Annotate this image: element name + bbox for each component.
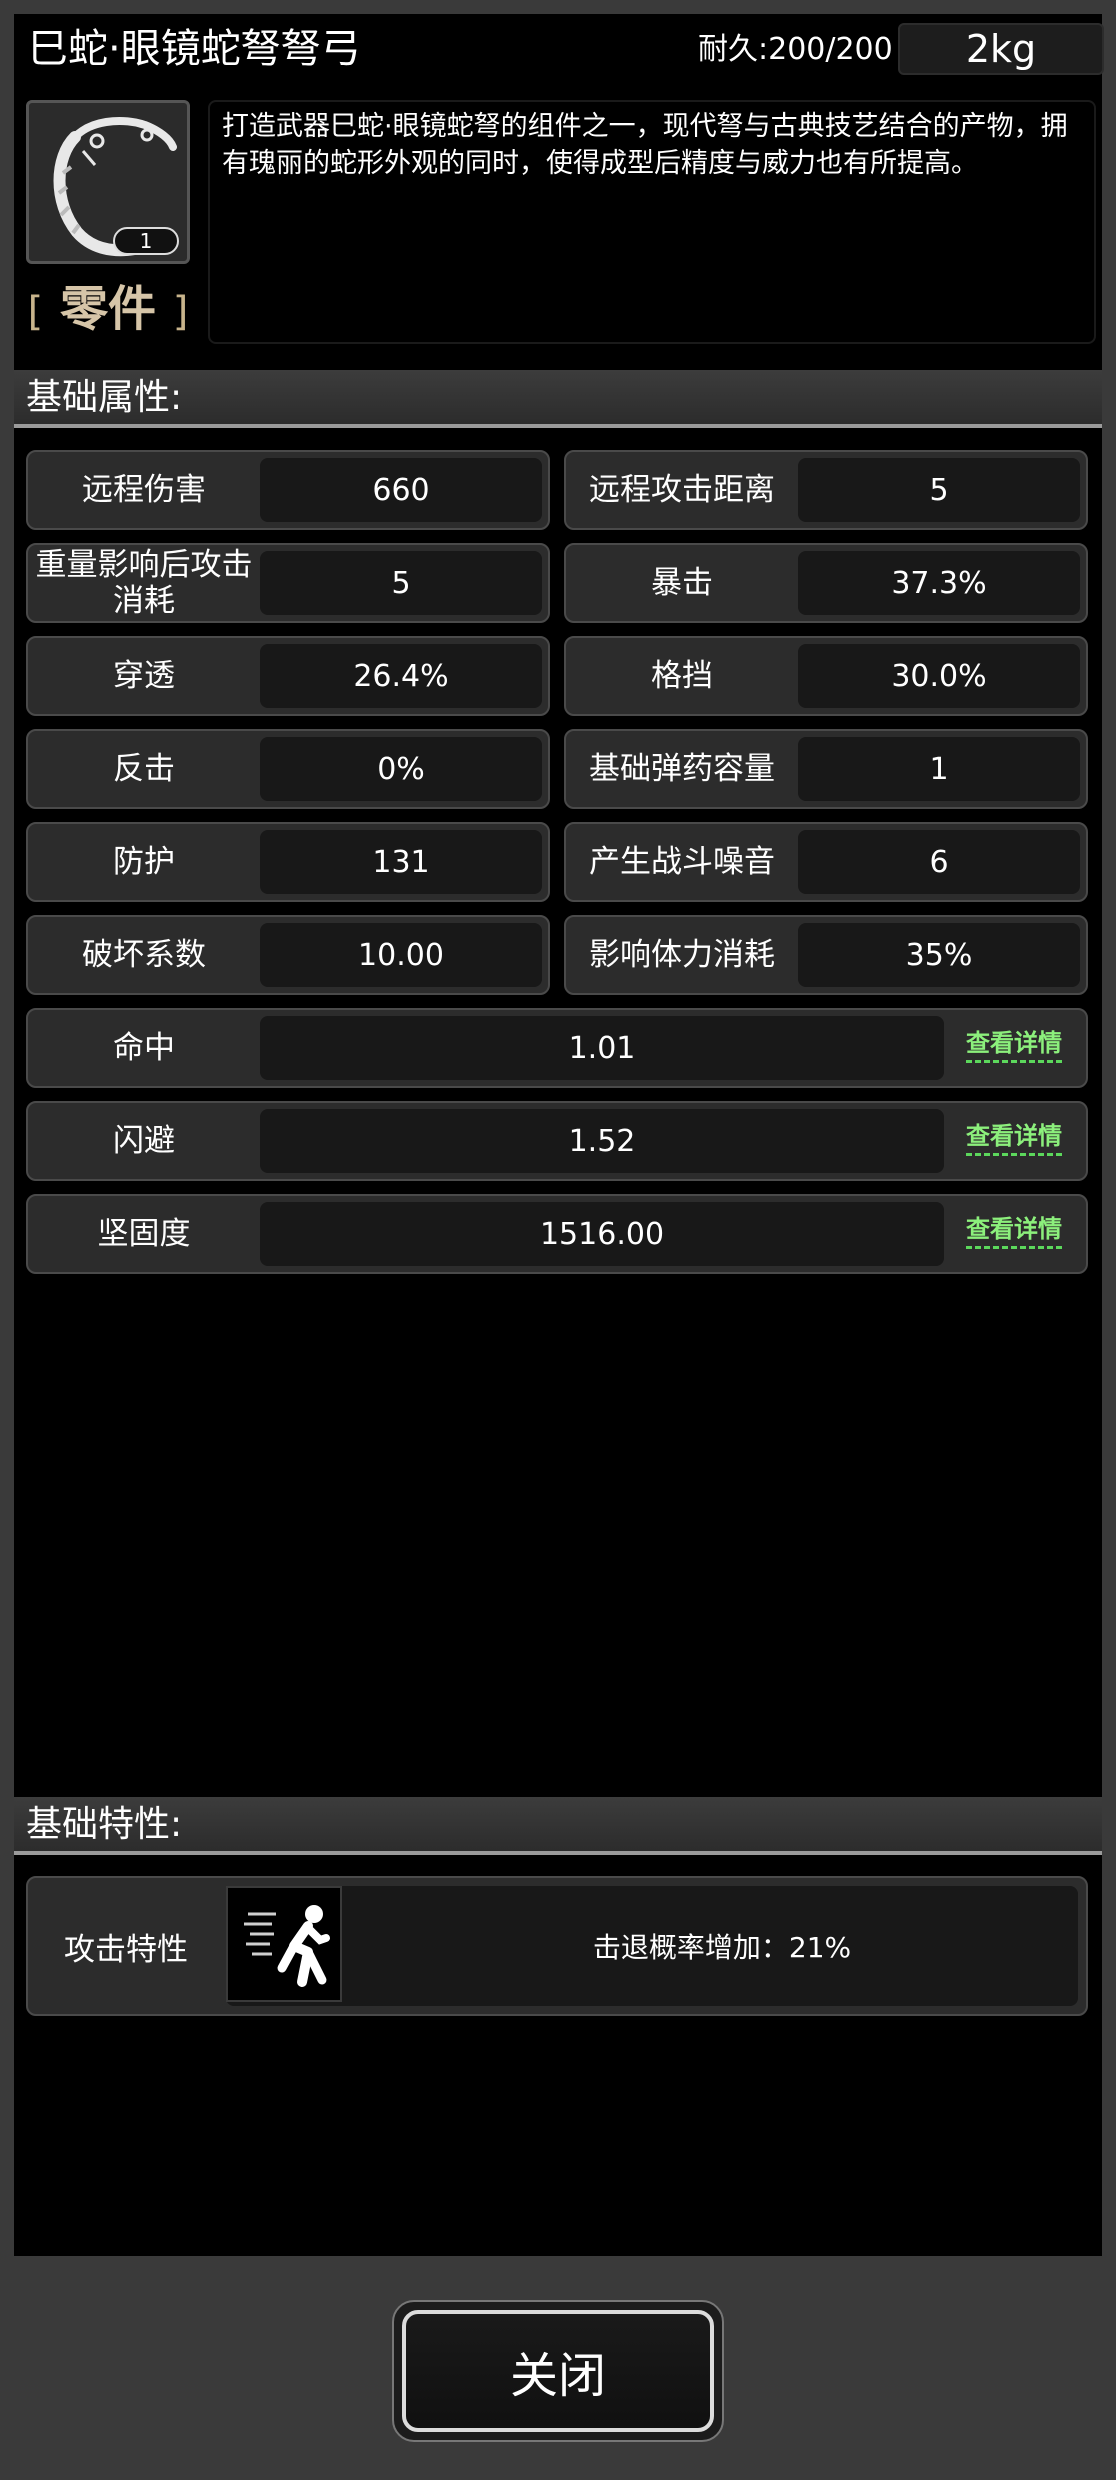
stat-label: 暴击 [651, 565, 713, 601]
stat-ranged-range: 远程攻击距离 5 [564, 450, 1088, 530]
stat-value: 37.3% [798, 551, 1080, 615]
stat-value: 5 [798, 458, 1080, 522]
stat-label: 基础弹药容量 [589, 751, 775, 787]
stat-protection: 防护 131 [26, 822, 550, 902]
stat-accuracy: 命中 1.01 查看详情 [26, 1008, 1088, 1088]
trait-value: 击退概率增加：21% [226, 1886, 1078, 2006]
stat-value: 10.00 [260, 923, 542, 987]
weight-badge: 2kg [898, 23, 1104, 75]
section-basic-attributes: 基础属性: [14, 370, 1102, 428]
stat-critical: 暴击 37.3% [564, 543, 1088, 623]
stat-stamina-cost: 影响体力消耗 35% [564, 915, 1088, 995]
item-title: 巳蛇·眼镜蛇弩弩弓 [28, 26, 361, 72]
section-title: 基础属性: [26, 377, 183, 418]
stat-combat-noise: 产生战斗噪音 6 [564, 822, 1088, 902]
stat-value: 35% [798, 923, 1080, 987]
stat-value: 1.01 [260, 1016, 944, 1080]
stat-label: 破坏系数 [82, 937, 206, 973]
stat-label: 产生战斗噪音 [589, 844, 775, 880]
stat-ammo-capacity: 基础弹药容量 1 [564, 729, 1088, 809]
stat-label: 格挡 [651, 658, 713, 694]
stat-weight-attack-cost: 重量影响后攻击消耗 5 [26, 543, 550, 623]
stat-value: 6 [798, 830, 1080, 894]
type-bracket-right: ] [172, 289, 189, 335]
stat-destruction-factor: 破坏系数 10.00 [26, 915, 550, 995]
stat-label: 远程攻击距离 [589, 472, 775, 508]
section-basic-traits: 基础特性: [14, 1797, 1102, 1855]
type-bracket-left: [ [27, 289, 44, 335]
trait-label: 攻击特性 [64, 1931, 188, 1968]
stat-label: 反击 [113, 751, 175, 787]
stat-counter: 反击 0% [26, 729, 550, 809]
stat-value: 26.4% [260, 644, 542, 708]
attack-trait-row: 攻击特性 击退概率增加：21% [26, 1876, 1088, 2016]
stat-value: 660 [260, 458, 542, 522]
view-details-link[interactable]: 查看详情 [966, 1121, 1062, 1156]
view-details-link[interactable]: 查看详情 [966, 1214, 1062, 1249]
stat-label: 穿透 [113, 658, 175, 694]
knockback-icon[interactable] [226, 1886, 342, 2002]
stat-label: 命中 [113, 1030, 175, 1066]
stat-label: 防护 [113, 844, 175, 880]
section-title: 基础特性: [26, 1804, 183, 1845]
stat-durability: 坚固度 1516.00 查看详情 [26, 1194, 1088, 1274]
stat-value: 1 [798, 737, 1080, 801]
knockback-icon-graphic [244, 1905, 330, 1987]
close-button[interactable]: 关闭 [402, 2310, 714, 2432]
stat-value: 30.0% [798, 644, 1080, 708]
view-details-link[interactable]: 查看详情 [966, 1028, 1062, 1063]
header-bar: 巳蛇·眼镜蛇弩弩弓 耐久:200/200 2kg [14, 14, 1104, 84]
stat-value: 131 [260, 830, 542, 894]
type-text: 零件 [59, 281, 156, 337]
item-count-badge: 1 [113, 227, 179, 255]
stat-label: 影响体力消耗 [589, 937, 775, 973]
stat-label: 远程伤害 [82, 472, 206, 508]
durability-text: 耐久:200/200 [698, 32, 893, 67]
stat-value: 0% [260, 737, 542, 801]
stat-label: 闪避 [113, 1123, 175, 1159]
item-description: 打造武器巳蛇·眼镜蛇弩的组件之一，现代弩与古典技艺结合的产物，拥有瑰丽的蛇形外观… [208, 100, 1096, 344]
stat-label: 坚固度 [97, 1216, 191, 1252]
stat-evasion: 闪避 1.52 查看详情 [26, 1101, 1088, 1181]
stat-block: 格挡 30.0% [564, 636, 1088, 716]
item-icon-slot[interactable]: 1 [26, 100, 190, 264]
close-button-frame: 关闭 [392, 2300, 724, 2442]
stat-label: 重量影响后攻击消耗 [35, 547, 253, 619]
stat-value: 1516.00 [260, 1202, 944, 1266]
item-type-label: [ 零件 ] [20, 274, 196, 347]
stat-value: 5 [260, 551, 542, 615]
stat-penetration: 穿透 26.4% [26, 636, 550, 716]
stat-ranged-damage: 远程伤害 660 [26, 450, 550, 530]
stat-value: 1.52 [260, 1109, 944, 1173]
